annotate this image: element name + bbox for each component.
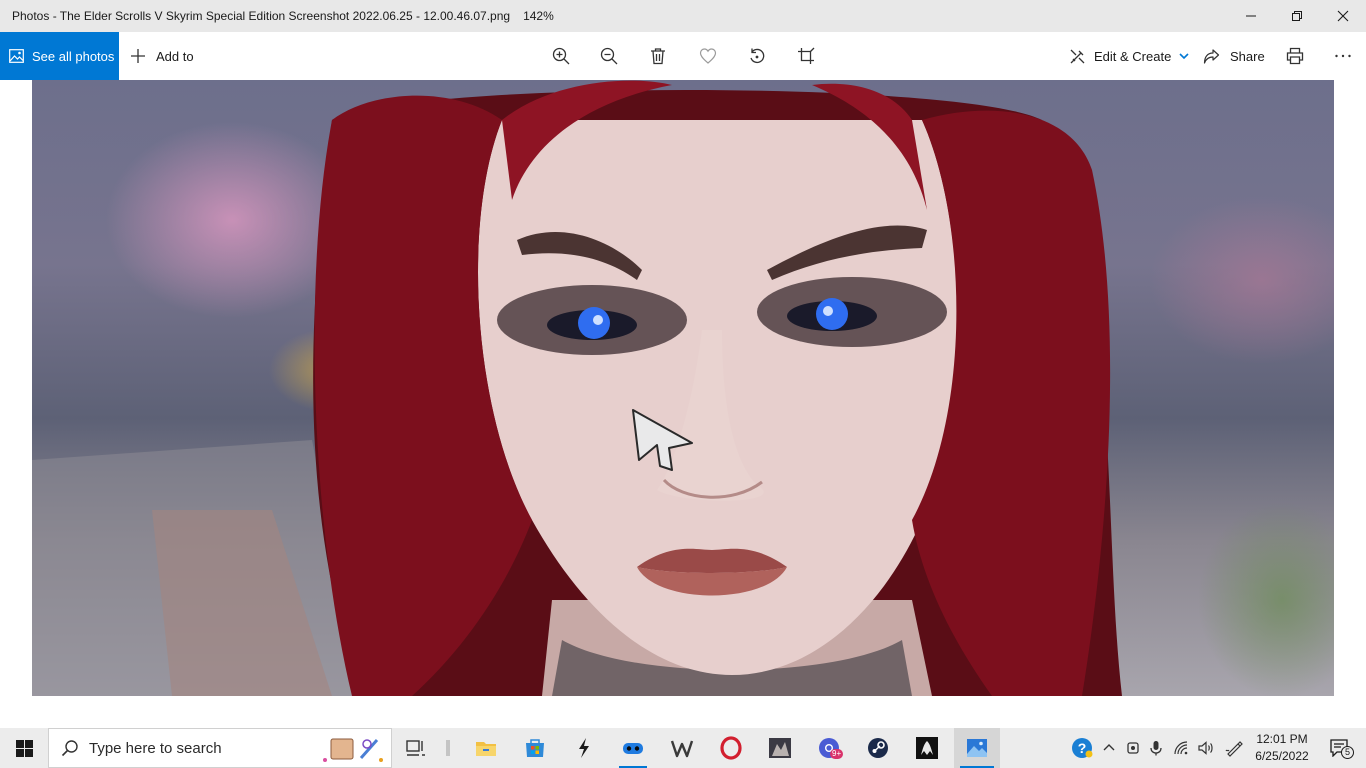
camera-icon (1127, 742, 1139, 754)
start-button[interactable] (0, 728, 48, 768)
clock-date: 6/25/2022 (1255, 749, 1309, 763)
title-bar[interactable]: Photos - The Elder Scrolls V Skyrim Spec… (0, 0, 1366, 32)
zoom-out-button[interactable] (599, 46, 619, 66)
taskbar-microsoft-store[interactable] (515, 728, 555, 768)
rotate-button[interactable] (747, 46, 767, 66)
more-options-button[interactable] (1333, 46, 1353, 66)
tray-network[interactable] (1171, 728, 1193, 768)
taskbar-search[interactable] (48, 728, 392, 768)
screenshot-image (32, 80, 1123, 696)
task-view-icon (406, 740, 425, 756)
pen-icon (1225, 741, 1243, 757)
photos-app-window: Photos - The Elder Scrolls V Skyrim Spec… (0, 0, 1366, 768)
search-input[interactable] (89, 739, 309, 757)
chrome-badge: 9+ (830, 749, 844, 759)
photo-canvas[interactable] (32, 80, 1334, 696)
search-highlight-icon (323, 738, 383, 762)
crop-button[interactable] (796, 46, 816, 66)
store-icon (526, 739, 544, 757)
w-letter-icon (670, 740, 694, 758)
taskbar-clock[interactable]: 12:01 PM 6/25/2022 (1250, 731, 1314, 765)
share-icon (1203, 48, 1220, 64)
divider-icon (446, 740, 450, 756)
taskbar-app-w[interactable] (662, 728, 702, 768)
close-icon (1337, 10, 1349, 22)
taskbar-chrome[interactable]: 9+ (809, 728, 849, 768)
plus-icon (131, 49, 145, 63)
zoom-in-icon (552, 47, 570, 65)
tray-volume[interactable] (1195, 728, 1217, 768)
photos-app-icon (967, 739, 987, 757)
restore-button[interactable] (1274, 0, 1320, 32)
taskbar-app-bolt[interactable] (564, 728, 604, 768)
notification-count: 5 (1341, 746, 1354, 759)
zoom-level: 142% (523, 9, 554, 23)
svg-text:?: ? (1078, 740, 1087, 756)
edit-create-icon (1070, 49, 1085, 63)
share-label: Share (1230, 48, 1265, 64)
chevron-up-icon (1103, 744, 1115, 751)
add-to-button[interactable]: Add to (130, 32, 194, 80)
wifi-icon (1174, 741, 1188, 755)
see-all-photos-label: See all photos (32, 48, 115, 64)
folder-icon (476, 742, 496, 756)
skyrim-icon (916, 737, 938, 759)
help-icon: ? (1072, 738, 1093, 758)
taskbar-photos[interactable] (954, 728, 1000, 768)
image-viewport[interactable] (0, 80, 1366, 728)
taskbar-app-game[interactable] (760, 728, 800, 768)
photo-toolbar: See all photos Add to Edit & Create Shar… (0, 32, 1366, 80)
speaker-icon (1198, 741, 1213, 755)
edit-create-button[interactable]: Edit & Create (1069, 32, 1189, 80)
game-app-icon (623, 743, 643, 754)
taskbar-steam[interactable] (858, 728, 898, 768)
rotate-icon (750, 48, 765, 64)
taskbar-app-controller[interactable] (613, 728, 653, 768)
clock-time: 12:01 PM (1256, 732, 1308, 746)
share-button[interactable]: Share (1203, 32, 1265, 80)
opera-icon (720, 736, 742, 760)
tray-show-hidden[interactable] (1099, 728, 1119, 768)
delete-icon (651, 48, 665, 65)
taskbar-opera[interactable] (711, 728, 751, 768)
see-all-photos-button[interactable]: See all photos (0, 32, 119, 80)
close-button[interactable] (1320, 0, 1366, 32)
taskbar-file-explorer[interactable] (466, 728, 506, 768)
print-button[interactable] (1285, 46, 1305, 66)
chevron-down-icon (1179, 53, 1189, 60)
window-title: Photos - The Elder Scrolls V Skyrim Spec… (12, 9, 511, 23)
restore-icon (1292, 11, 1302, 21)
favorite-button[interactable] (698, 46, 718, 66)
more-icon (1335, 54, 1351, 58)
steam-icon (868, 738, 888, 758)
minimize-button[interactable] (1228, 0, 1274, 32)
zoom-out-icon (600, 47, 618, 65)
task-view-button[interactable] (403, 728, 429, 768)
print-icon (1286, 47, 1304, 65)
lightning-icon (579, 738, 589, 758)
tray-pen[interactable] (1222, 728, 1246, 768)
edit-create-label: Edit & Create (1094, 48, 1172, 64)
photos-icon (9, 49, 24, 63)
microphone-icon (1150, 741, 1162, 756)
tray-microphone[interactable] (1146, 728, 1166, 768)
add-to-label: Add to (156, 48, 194, 64)
tray-camera[interactable] (1122, 728, 1144, 768)
minimize-icon (1246, 15, 1256, 17)
game-thumbnail-icon (769, 738, 791, 758)
delete-button[interactable] (648, 46, 668, 66)
tray-help[interactable]: ? (1069, 728, 1095, 768)
crop-icon (798, 47, 815, 64)
search-icon (61, 740, 78, 757)
taskbar-divider (436, 728, 460, 768)
favorite-icon (699, 48, 717, 64)
windows-taskbar: 9+ ? (0, 728, 1366, 768)
zoom-in-button[interactable] (551, 46, 571, 66)
taskbar-skyrim[interactable] (907, 728, 947, 768)
action-center-button[interactable]: 5 (1320, 728, 1360, 768)
windows-logo-icon (15, 739, 33, 757)
